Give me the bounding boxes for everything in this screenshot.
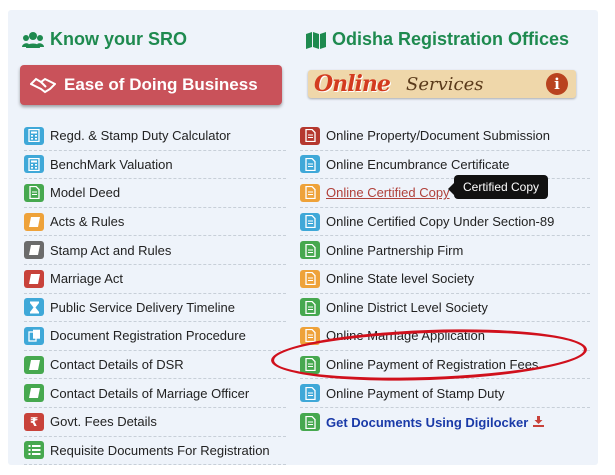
list-item[interactable]: Online Partnership Firm — [300, 236, 590, 265]
list-item-label[interactable]: Stamp Act and Rules — [50, 243, 171, 258]
services-banner-text: Services — [406, 74, 484, 95]
copy-icon — [24, 326, 44, 345]
ease-of-doing-business-banner[interactable]: Ease of Doing Business — [20, 65, 282, 105]
list-item-label[interactable]: Online Payment of Stamp Duty — [326, 386, 504, 401]
users-icon — [22, 31, 44, 48]
list-item[interactable]: BenchMark Valuation — [24, 151, 286, 180]
book-icon — [24, 241, 44, 260]
handshake-icon — [30, 77, 56, 94]
book-icon — [24, 355, 44, 374]
list-item-label[interactable]: Online Encumbrance Certificate — [326, 157, 510, 172]
certified-copy-tooltip: Certified Copy — [447, 175, 549, 199]
list-item[interactable]: Public Service Delivery Timeline — [24, 294, 286, 323]
document-icon — [300, 212, 320, 231]
svg-text:₹: ₹ — [30, 415, 38, 428]
document-icon — [300, 298, 320, 317]
list-item[interactable]: Online District Level Society — [300, 294, 590, 323]
list-item-label[interactable]: Govt. Fees Details — [50, 414, 157, 429]
banner-text: Ease of Doing Business — [64, 75, 258, 94]
book-icon — [24, 212, 44, 231]
list-item-label[interactable]: Online District Level Society — [326, 300, 488, 315]
list-item-label[interactable]: Online Marriage Application — [326, 328, 485, 343]
main-panel: Know your SRO Ease of Doing Business Reg… — [8, 10, 598, 466]
list-item[interactable]: Online Payment of Registration Fees. — [300, 351, 590, 380]
document-icon — [300, 269, 320, 288]
document-icon — [300, 155, 320, 174]
list-item-label[interactable]: Online Certified Copy — [326, 185, 450, 200]
document-icon — [300, 241, 320, 260]
map-icon — [306, 31, 326, 49]
list-item[interactable]: Requisite Documents For Registration — [24, 437, 286, 466]
document-icon — [300, 355, 320, 374]
know-your-sro-heading: Know your SRO — [22, 29, 187, 50]
document-icon — [300, 384, 320, 403]
list-item[interactable]: Document Registration Procedure — [24, 322, 286, 351]
list-item-label[interactable]: Contact Details of Marriage Officer — [50, 386, 249, 401]
online-banner-text: Online — [314, 71, 391, 97]
list-item[interactable]: Marriage Act — [24, 265, 286, 294]
list-item-label[interactable]: BenchMark Valuation — [50, 157, 173, 172]
list-item[interactable]: ₹ Govt. Fees Details — [24, 408, 286, 437]
book-icon — [24, 384, 44, 403]
list-item-label[interactable]: Acts & Rules — [50, 214, 124, 229]
document-icon — [300, 326, 320, 345]
list-item-label[interactable]: Online State level Society — [326, 271, 474, 286]
list-item[interactable]: Online Payment of Stamp Duty — [300, 379, 590, 408]
list-item-label[interactable]: Public Service Delivery Timeline — [50, 300, 235, 315]
list-item-label[interactable]: Get Documents Using Digilocker — [326, 415, 528, 430]
info-icon[interactable]: i — [546, 73, 568, 95]
list-item[interactable]: Online Certified Copy Under Section-89 — [300, 208, 590, 237]
list-item[interactable]: Contact Details of Marriage Officer — [24, 379, 286, 408]
list-icon — [24, 441, 44, 460]
list-item-label[interactable]: Online Payment of Registration Fees. — [326, 357, 542, 372]
left-link-list: Regd. & Stamp Duty Calculator BenchMark V… — [20, 122, 288, 466]
calculator-icon — [24, 126, 44, 145]
heading-text: Know your SRO — [50, 29, 188, 49]
list-item-label[interactable]: Online Certified Copy Under Section-89 — [326, 214, 554, 229]
list-item-label[interactable]: Requisite Documents For Registration — [50, 443, 270, 458]
list-item[interactable]: Online State level Society — [300, 265, 590, 294]
registration-offices-heading: Odisha Registration Offices — [306, 29, 569, 50]
rupee-icon: ₹ — [24, 412, 44, 431]
list-item-label[interactable]: Online Property/Document Submission — [326, 128, 550, 143]
list-item-label[interactable]: Marriage Act — [50, 271, 123, 286]
list-item[interactable]: Online Marriage Application — [300, 322, 590, 351]
list-item-label[interactable]: Document Registration Procedure — [50, 328, 246, 343]
heading-text: Odisha Registration Offices — [332, 29, 570, 49]
list-item[interactable]: Online Property/Document Submission — [300, 122, 590, 151]
list-item[interactable]: Contact Details of DSR — [24, 351, 286, 380]
list-item[interactable]: Model Deed — [24, 179, 286, 208]
document-icon — [300, 183, 320, 202]
list-item-label[interactable]: Model Deed — [50, 185, 120, 200]
list-item[interactable]: Stamp Act and Rules — [24, 236, 286, 265]
list-item[interactable]: Get Documents Using Digilocker — [300, 408, 590, 437]
download-icon — [533, 415, 545, 430]
calculator-icon — [24, 155, 44, 174]
list-item[interactable]: Regd. & Stamp Duty Calculator — [24, 122, 286, 151]
document-icon — [24, 183, 44, 202]
right-link-list: Online Property/Document Submission Onlin… — [296, 122, 590, 437]
document-icon — [300, 126, 320, 145]
list-item-label[interactable]: Regd. & Stamp Duty Calculator — [50, 128, 231, 143]
list-item[interactable]: Acts & Rules — [24, 208, 286, 237]
book-icon — [24, 269, 44, 288]
list-item-label[interactable]: Contact Details of DSR — [50, 357, 184, 372]
online-services-banner[interactable]: Online Services i — [308, 70, 576, 98]
document-icon — [300, 413, 320, 432]
hourglass-icon — [24, 298, 44, 317]
list-item-label[interactable]: Online Partnership Firm — [326, 243, 463, 258]
